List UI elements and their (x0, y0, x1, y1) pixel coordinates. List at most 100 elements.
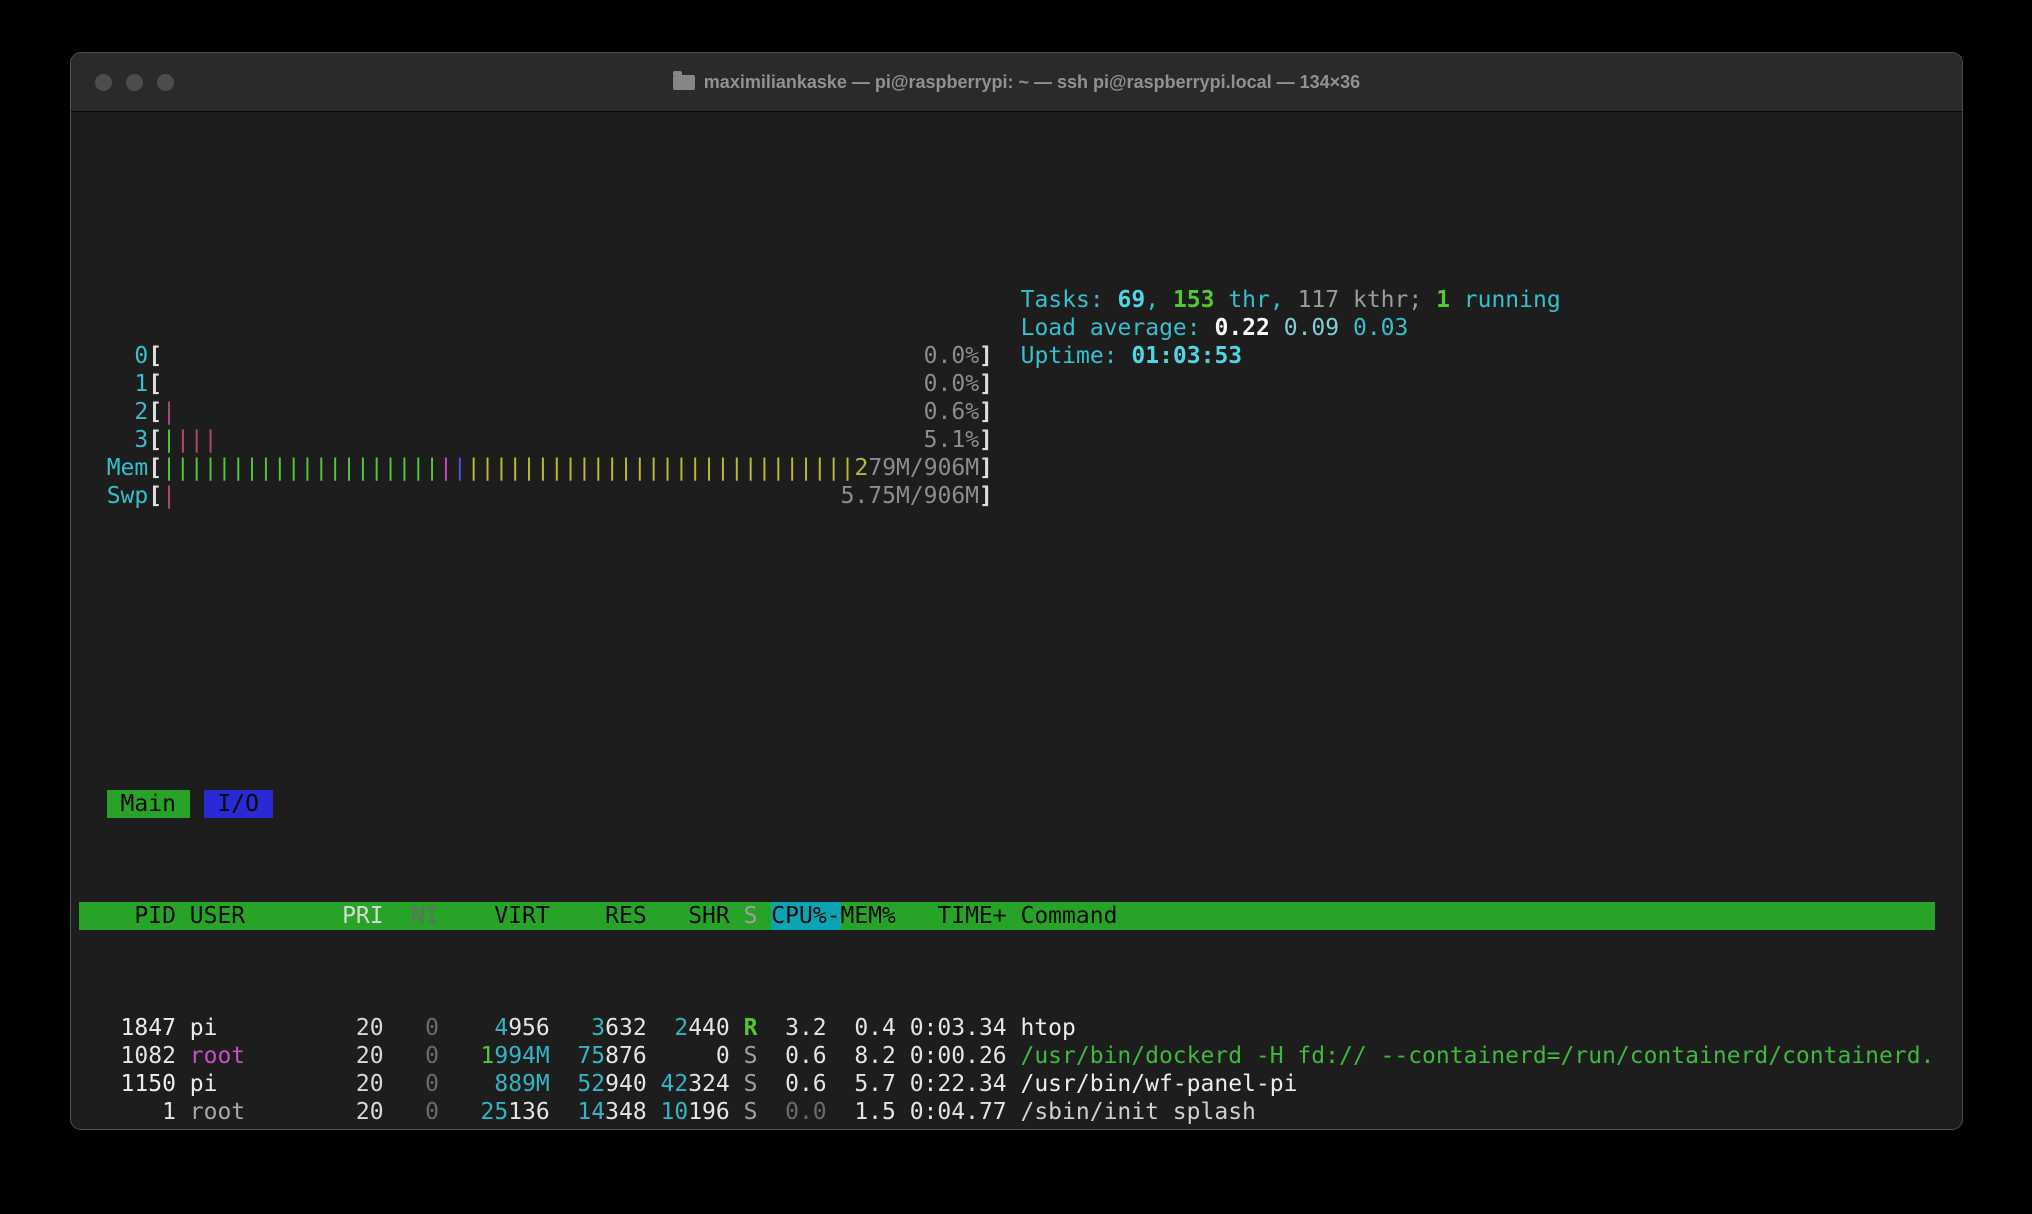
col-time: 0:00.74 (896, 1126, 1007, 1130)
col-mem: 8.2 (841, 1042, 896, 1070)
col-cpu: 0.6 (771, 1042, 826, 1070)
col-command: htop (1020, 1014, 1934, 1042)
table-header-row[interactable]: PIDUSERPRINIVIRTRESSHRSCPU%-MEM%TIME+Com… (79, 902, 1935, 930)
col-sort-arrow: - (827, 902, 841, 930)
meter-value: 0.0% (924, 342, 979, 370)
zoom-button[interactable] (157, 74, 174, 91)
col-user: root (190, 1098, 328, 1126)
col-pid: 300 (79, 1126, 176, 1130)
col-command: /usr/bin/wf-panel-pi (1020, 1070, 1934, 1098)
col-pid: PID (79, 902, 176, 930)
col-mem: 1.5 (841, 1098, 896, 1126)
col-user: USER (190, 902, 328, 930)
blank-row (79, 678, 1954, 706)
col-time: 0:22.34 (896, 1070, 1007, 1098)
col-res: 14348 (550, 1098, 647, 1126)
tasks-line: Tasks: 69, 153 thr, 117 kthr; 1 running (1021, 286, 1561, 314)
process-row[interactable]: 300root2003149290327664S0.01.00:00.74/us… (79, 1126, 1935, 1130)
terminal-window: maximiliankaske — pi@raspberrypi: ~ — ss… (70, 52, 1963, 1130)
col-res: 9032 (550, 1126, 647, 1130)
info-column: Tasks: 69, 153 thr, 117 kthr; 1 runningL… (1021, 286, 1561, 370)
meter-bars: | (162, 482, 176, 510)
col-pri: 20 (328, 1070, 383, 1098)
col-ni: NI (384, 902, 439, 930)
col-command: /usr/bin/dockerd -H fd:// --containerd=/… (1020, 1042, 1934, 1070)
col-pri: 20 (328, 1098, 383, 1126)
col-shr: 2440 (647, 1014, 730, 1042)
col-mem: 1.0 (841, 1126, 896, 1130)
meter-value: 0.6% (924, 398, 979, 426)
meter-value: 5.1% (924, 426, 979, 454)
meter-value: 0.0% (924, 370, 979, 398)
col-shr: 42324 (647, 1070, 730, 1098)
tab-main[interactable]: Main (107, 790, 190, 818)
process-row[interactable]: 1root200251361434810196S0.01.50:04.77/sb… (79, 1098, 1935, 1126)
process-row[interactable]: 1847pi200495636322440R3.20.40:03.34htop (79, 1014, 1935, 1042)
col-mem: 0.4 (841, 1014, 896, 1042)
uptime-line: Uptime: 01:03:53 (1021, 342, 1561, 370)
col-res: 52940 (550, 1070, 647, 1098)
col-time: 0:04.77 (896, 1098, 1007, 1126)
col-ni: 0 (384, 1042, 439, 1070)
process-table: 1847pi200495636322440R3.20.40:03.34htop1… (79, 1014, 1954, 1130)
col-ni: 0 (384, 1126, 439, 1130)
tab-io[interactable]: I/O (204, 790, 273, 818)
meter-value: 5.75M/906M (841, 482, 979, 510)
col-virt: 889M (439, 1070, 550, 1098)
col-state: S (744, 1070, 758, 1098)
col-mem: 5.7 (841, 1070, 896, 1098)
col-mem: MEM% (841, 902, 896, 930)
col-shr: 10196 (647, 1098, 730, 1126)
col-pri: 20 (328, 1014, 383, 1042)
meter-bars: | (162, 398, 176, 426)
col-shr: SHR (647, 902, 730, 930)
col-ni: 0 (384, 1014, 439, 1042)
col-command: /sbin/init splash (1020, 1098, 1934, 1126)
titlebar[interactable]: maximiliankaske — pi@raspberrypi: ~ — ss… (71, 53, 1962, 112)
meter-cpu-1: 1[0.0%] (79, 370, 1954, 398)
window-title: maximiliankaske — pi@raspberrypi: ~ — ss… (704, 72, 1360, 93)
meter-bars: |||| (162, 426, 217, 454)
meter-cpu-2: 2[|0.6%] (79, 398, 1954, 426)
col-pid: 1847 (79, 1014, 176, 1042)
col-virt: 25136 (439, 1098, 550, 1126)
col-time: TIME+ (896, 902, 1007, 930)
meters-section: 0[0.0%]1[0.0%]2[|0.6%]3[||||5.1%]Mem[|||… (79, 286, 1954, 594)
folder-icon (673, 75, 695, 90)
col-command: Command (1020, 902, 1934, 930)
col-state: R (744, 1014, 758, 1042)
col-cpu: 0.0 (771, 1098, 826, 1126)
meter-swp: Swp[|5.75M/906M] (79, 482, 1954, 510)
col-cpu: 3.2 (771, 1014, 826, 1042)
col-user: root (190, 1042, 328, 1070)
col-state: S (744, 1126, 758, 1130)
meters-column: 0[0.0%]1[0.0%]2[|0.6%]3[||||5.1%]Mem[|||… (79, 342, 1954, 510)
col-virt: VIRT (439, 902, 550, 930)
col-virt: 31492 (439, 1126, 550, 1130)
col-virt: 1994M (439, 1042, 550, 1070)
col-cpu: 0.6 (771, 1070, 826, 1098)
htop-screen: 0[0.0%]1[0.0%]2[|0.6%]3[||||5.1%]Mem[|||… (71, 112, 1962, 1130)
process-row[interactable]: 1082root2001994M758760S0.68.20:00.26/usr… (79, 1042, 1935, 1070)
col-pid: 1082 (79, 1042, 176, 1070)
close-button[interactable] (95, 74, 112, 91)
col-pid: 1150 (79, 1070, 176, 1098)
col-res: 75876 (550, 1042, 647, 1070)
process-row[interactable]: 1150 pi200889M5294042324 S 0.6 5.70:22.34/us… (79, 1070, 1935, 1098)
load-average-line: Load average: 0.22 0.09 0.03 (1021, 314, 1561, 342)
meter-bars: ||||||||||||||||||||||||||||||||||||||||… (162, 454, 854, 482)
col-state: S (744, 1098, 758, 1126)
col-state: S (744, 1042, 758, 1070)
meter-mem: Mem[||||||||||||||||||||||||||||||||||||… (79, 454, 1954, 482)
col-ni: 0 (384, 1070, 439, 1098)
col-pri: 20 (328, 1126, 383, 1130)
col-command: /usr/lib/systemd/systemd-journald (1020, 1126, 1934, 1130)
col-time: 0:00.26 (896, 1042, 1007, 1070)
minimize-button[interactable] (126, 74, 143, 91)
col-ni: 0 (384, 1098, 439, 1126)
col-user: pi (190, 1014, 328, 1042)
col-res: 3632 (550, 1014, 647, 1042)
col-user: root (190, 1126, 328, 1130)
col-user: pi (190, 1070, 328, 1098)
col-cpu: 0.0 (771, 1126, 826, 1130)
